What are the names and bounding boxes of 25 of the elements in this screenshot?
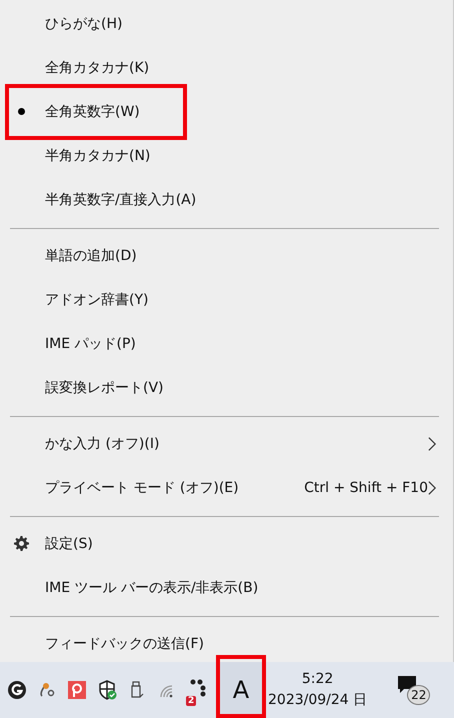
shield-icon[interactable] bbox=[97, 680, 117, 700]
menu-item[interactable]: 全角カタカナ(K) bbox=[45, 59, 150, 77]
menu-item[interactable]: フィードバックの送信(F) bbox=[45, 635, 204, 653]
chevron-right-icon bbox=[428, 480, 437, 496]
menu-item[interactable]: IME ツール バーの表示/非表示(B) bbox=[45, 579, 258, 597]
settings-icon bbox=[14, 536, 29, 551]
notification-count: 22 bbox=[407, 685, 430, 705]
menu-item[interactable]: 誤変換レポート(V) bbox=[45, 379, 164, 397]
menu-item[interactable]: かな入力 (オフ)(I) bbox=[45, 435, 160, 453]
app-icon[interactable] bbox=[67, 680, 87, 700]
g-logo-icon[interactable] bbox=[7, 680, 27, 700]
menu-item[interactable]: 全角英数字(W) bbox=[45, 103, 140, 121]
clock-time[interactable]: 5:22 bbox=[302, 671, 334, 687]
menu-item[interactable]: IME パッド(P) bbox=[45, 335, 136, 353]
menu-item[interactable]: ひらがな(H) bbox=[45, 15, 122, 33]
shortcut-text: Ctrl + Shift + F10 bbox=[304, 480, 428, 496]
chevron-right-icon bbox=[428, 436, 437, 452]
menu-item[interactable]: アドオン辞書(Y) bbox=[45, 291, 148, 309]
menu-item[interactable]: 単語の追加(D) bbox=[45, 247, 137, 265]
menu-item[interactable]: プライベート モード (オフ)(E) bbox=[45, 479, 239, 497]
menu-item[interactable]: 設定(S) bbox=[45, 535, 93, 553]
clock-date[interactable]: 2023/09/24 日 bbox=[268, 691, 368, 709]
menu-item[interactable]: 半角カタカナ(N) bbox=[45, 147, 150, 165]
menu-item[interactable]: 半角英数字/直接入力(A) bbox=[45, 191, 196, 209]
count-badge: 2 bbox=[186, 696, 196, 706]
